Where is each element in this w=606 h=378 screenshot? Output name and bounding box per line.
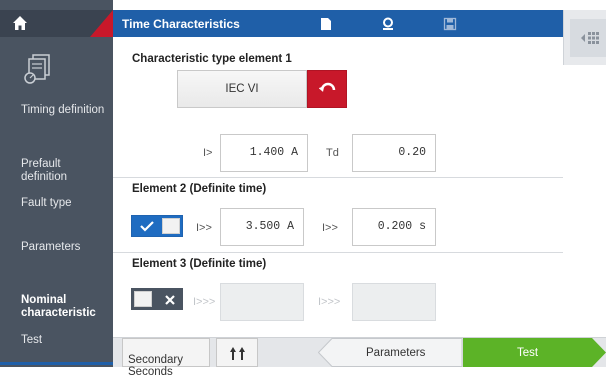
i-pickup-field-element2[interactable]: 3.500 A [220,208,304,246]
characteristic-type-select[interactable]: IEC VI [177,70,307,108]
sidebar-item-parameters[interactable]: Parameters [0,241,113,254]
i-pickup-field-element1[interactable]: 1.400 A [220,134,308,172]
section-divider [113,252,563,253]
time-value-element2: 0.200 s [377,220,426,233]
expand-all-button[interactable] [216,338,258,367]
toggle-knob [162,218,180,234]
i-pickup-field-element3 [220,283,304,321]
element3-enable-toggle[interactable] [131,288,183,310]
device-settings-icon [24,54,50,84]
panel-toggle-icon [581,32,599,44]
element2-title: Element 2 (Definite time) [132,183,267,195]
home-icon [13,16,27,30]
sidebar-item-label: Nominal characteristic [21,294,96,319]
toggle-knob [134,291,152,307]
page-title: Time Characteristics [122,17,240,31]
sidebar-item-label: Fault type [21,197,72,209]
sidebar-bottom-accent [0,362,113,365]
sidebar-item-test[interactable]: Test [0,334,113,347]
sidebar-item-label: Test [21,334,43,346]
panel-toggle-tab[interactable] [570,19,606,57]
title-bar: Time Characteristics [113,10,563,37]
sidebar-item-nominal-characteristic[interactable]: Nominal characteristic [0,281,113,320]
sidebar-item-label: Prefault definition [21,158,68,183]
cross-icon [165,295,175,305]
check-icon [140,221,154,232]
tab-parameters-label: Parameters [366,347,426,359]
i-label-element3: I>>> [193,296,216,308]
record-icon[interactable] [381,17,395,31]
sidebar: Timing definition Prefault definition Fa… [0,0,113,367]
characteristic-type-value: IEC VI [225,83,259,95]
sidebar-item-fault-type[interactable]: Fault type [0,197,113,210]
undo-icon [319,82,336,92]
double-up-arrow-icon [230,347,245,360]
secondary-seconds-label: Secondary Seconds [128,354,183,378]
i-label-element2: I>> [196,222,212,234]
td-field[interactable]: 0.20 [352,134,436,172]
sidebar-item-label: Parameters [21,241,81,253]
secondary-seconds-button[interactable]: Secondary Seconds [122,338,210,378]
t-label-element3: I>>> [318,296,341,308]
sidebar-item-timing-definition[interactable]: Timing definition [0,104,113,117]
sidebar-item-label: Timing definition [21,104,105,116]
reset-button[interactable] [307,70,347,108]
sidebar-item-prefault-definition[interactable]: Prefault definition [0,145,113,184]
element3-title: Element 3 (Definite time) [132,258,267,270]
save-icon[interactable] [443,17,457,31]
element2-enable-toggle[interactable] [131,215,183,237]
tab-test-label: Test [517,347,539,359]
side-panel-handle[interactable] [563,10,606,65]
section-divider [113,177,563,178]
time-field-element3 [352,283,436,321]
i-pickup-value-element1: 1.400 A [249,146,298,159]
element1-title: Characteristic type element 1 [132,53,292,65]
td-label: Td [326,147,339,159]
document-icon[interactable] [319,17,333,31]
header-accent [90,10,113,37]
i-pickup-value-element2: 3.500 A [245,220,294,233]
t-label-element2: I>> [322,222,338,234]
i-label-element1: I> [203,147,213,159]
td-value: 0.20 [398,146,426,159]
time-field-element2[interactable]: 0.200 s [352,208,436,246]
